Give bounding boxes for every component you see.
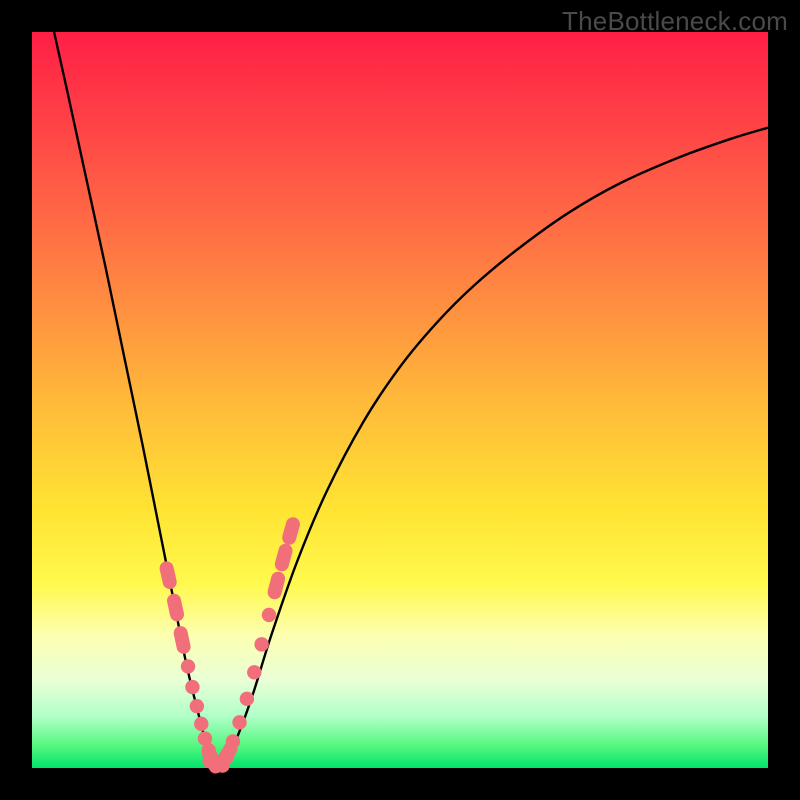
marker-point [194, 717, 208, 731]
marker-point [226, 734, 240, 748]
watermark-text: TheBottleneck.com [562, 6, 788, 37]
marker-point [166, 592, 186, 622]
plot-area [32, 32, 768, 768]
marker-point [232, 715, 246, 729]
marker-point [158, 560, 178, 590]
marker-point [172, 625, 192, 655]
marker-point [281, 516, 302, 547]
marker-point [262, 608, 276, 622]
marker-point [181, 659, 195, 673]
marker-point [185, 680, 199, 694]
marker-point [247, 665, 261, 679]
marker-point [240, 692, 254, 706]
curve-right-branch [216, 128, 768, 765]
marker-point [254, 637, 268, 651]
marker-group [158, 516, 301, 777]
marker-point [273, 542, 294, 573]
curve-layer [32, 32, 768, 768]
chart-frame: TheBottleneck.com [0, 0, 800, 800]
curve-left-branch [54, 32, 216, 764]
marker-point [190, 699, 204, 713]
